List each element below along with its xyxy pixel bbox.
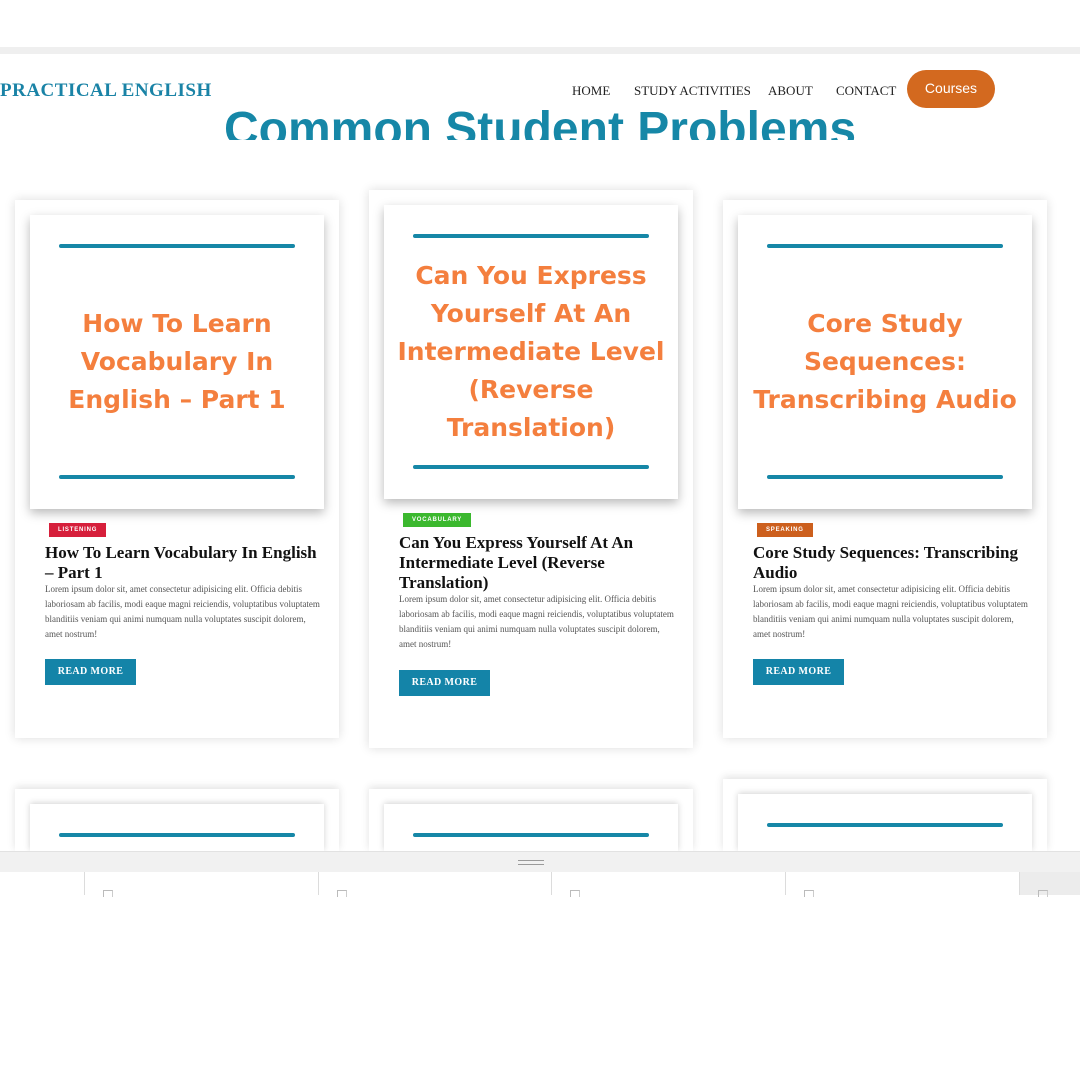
top-blank-strip <box>0 0 1080 47</box>
post-card <box>369 789 693 851</box>
post-thumbnail[interactable] <box>30 804 324 851</box>
post-title[interactable]: How To Learn Vocabulary In English – Par… <box>45 543 325 583</box>
post-excerpt: Lorem ipsum dolor sit, amet consectetur … <box>399 594 674 649</box>
panel-tab[interactable] <box>552 872 786 897</box>
post-thumbnail[interactable] <box>384 804 678 851</box>
thumbnail-bottom-rule <box>413 465 649 469</box>
panel-tab[interactable] <box>319 872 552 897</box>
post-thumbnail[interactable] <box>738 794 1032 851</box>
nav-link-contact[interactable]: CONTACT <box>836 83 896 99</box>
read-more-button[interactable]: READ MORE <box>399 670 490 696</box>
nav-link-study-activities[interactable]: STUDY ACTIVITIES <box>634 83 751 99</box>
bottom-tab-strip <box>0 872 1080 897</box>
thumbnail-title: Can You Express Yourself At An Intermedi… <box>397 261 665 442</box>
thumbnail-bottom-rule <box>767 475 1003 479</box>
thumbnail-top-rule <box>767 244 1003 248</box>
thumbnail-bottom-rule <box>59 475 295 479</box>
post-card: Core Study Sequences: Transcribing Audio… <box>723 200 1047 738</box>
document-icon <box>337 890 347 897</box>
nav-link-home[interactable]: HOME <box>572 83 610 99</box>
category-badge[interactable]: VOCABULARY <box>403 513 472 527</box>
site-logo[interactable]: PRACTICAL ENGLISH <box>0 80 212 102</box>
courses-button[interactable]: Courses <box>907 70 995 108</box>
post-thumbnail[interactable]: Can You Express Yourself At An Intermedi… <box>384 205 678 499</box>
post-excerpt: Lorem ipsum dolor sit, amet consectetur … <box>45 584 320 639</box>
top-divider <box>0 47 1080 54</box>
read-more-button[interactable]: READ MORE <box>753 659 844 685</box>
read-more-button[interactable]: READ MORE <box>45 659 136 685</box>
thumbnail-top-rule <box>59 244 295 248</box>
post-title[interactable]: Can You Express Yourself At An Intermedi… <box>399 533 679 593</box>
post-title[interactable]: Core Study Sequences: Transcribing Audio <box>753 543 1033 583</box>
panel-tab[interactable] <box>786 872 1020 897</box>
category-badge[interactable]: SPEAKING <box>757 523 813 537</box>
post-card: Can You Express Yourself At An Intermedi… <box>369 190 693 748</box>
post-card <box>723 779 1047 851</box>
panel-tab-active[interactable] <box>1020 872 1080 897</box>
post-card <box>15 789 339 851</box>
thumbnail-top-rule <box>59 833 295 837</box>
drag-handle-icon[interactable] <box>518 860 544 866</box>
document-icon <box>103 890 113 897</box>
document-icon <box>570 890 580 897</box>
post-thumbnail[interactable]: Core Study Sequences: Transcribing Audio <box>738 215 1032 509</box>
thumbnail-top-rule <box>413 833 649 837</box>
category-badge[interactable]: LISTENING <box>49 523 107 537</box>
post-excerpt: Lorem ipsum dolor sit, amet consectetur … <box>753 584 1028 639</box>
thumbnail-top-rule <box>767 823 1003 827</box>
post-card: How To Learn Vocabulary In English – Par… <box>15 200 339 738</box>
panel-tab[interactable] <box>85 872 319 897</box>
thumbnail-title: Core Study Sequences: Transcribing Audio <box>753 309 1017 414</box>
post-thumbnail[interactable]: How To Learn Vocabulary In English – Par… <box>30 215 324 509</box>
panel-splitter[interactable] <box>0 851 1080 873</box>
thumbnail-title: How To Learn Vocabulary In English – Par… <box>68 309 286 414</box>
navbar: PRACTICAL ENGLISH HOME STUDY ACTIVITIES … <box>0 54 1080 111</box>
nav-link-about[interactable]: ABOUT <box>768 83 813 99</box>
panel-tab[interactable] <box>0 872 85 895</box>
document-icon <box>804 890 814 897</box>
document-icon <box>1038 890 1048 897</box>
thumbnail-top-rule <box>413 234 649 238</box>
